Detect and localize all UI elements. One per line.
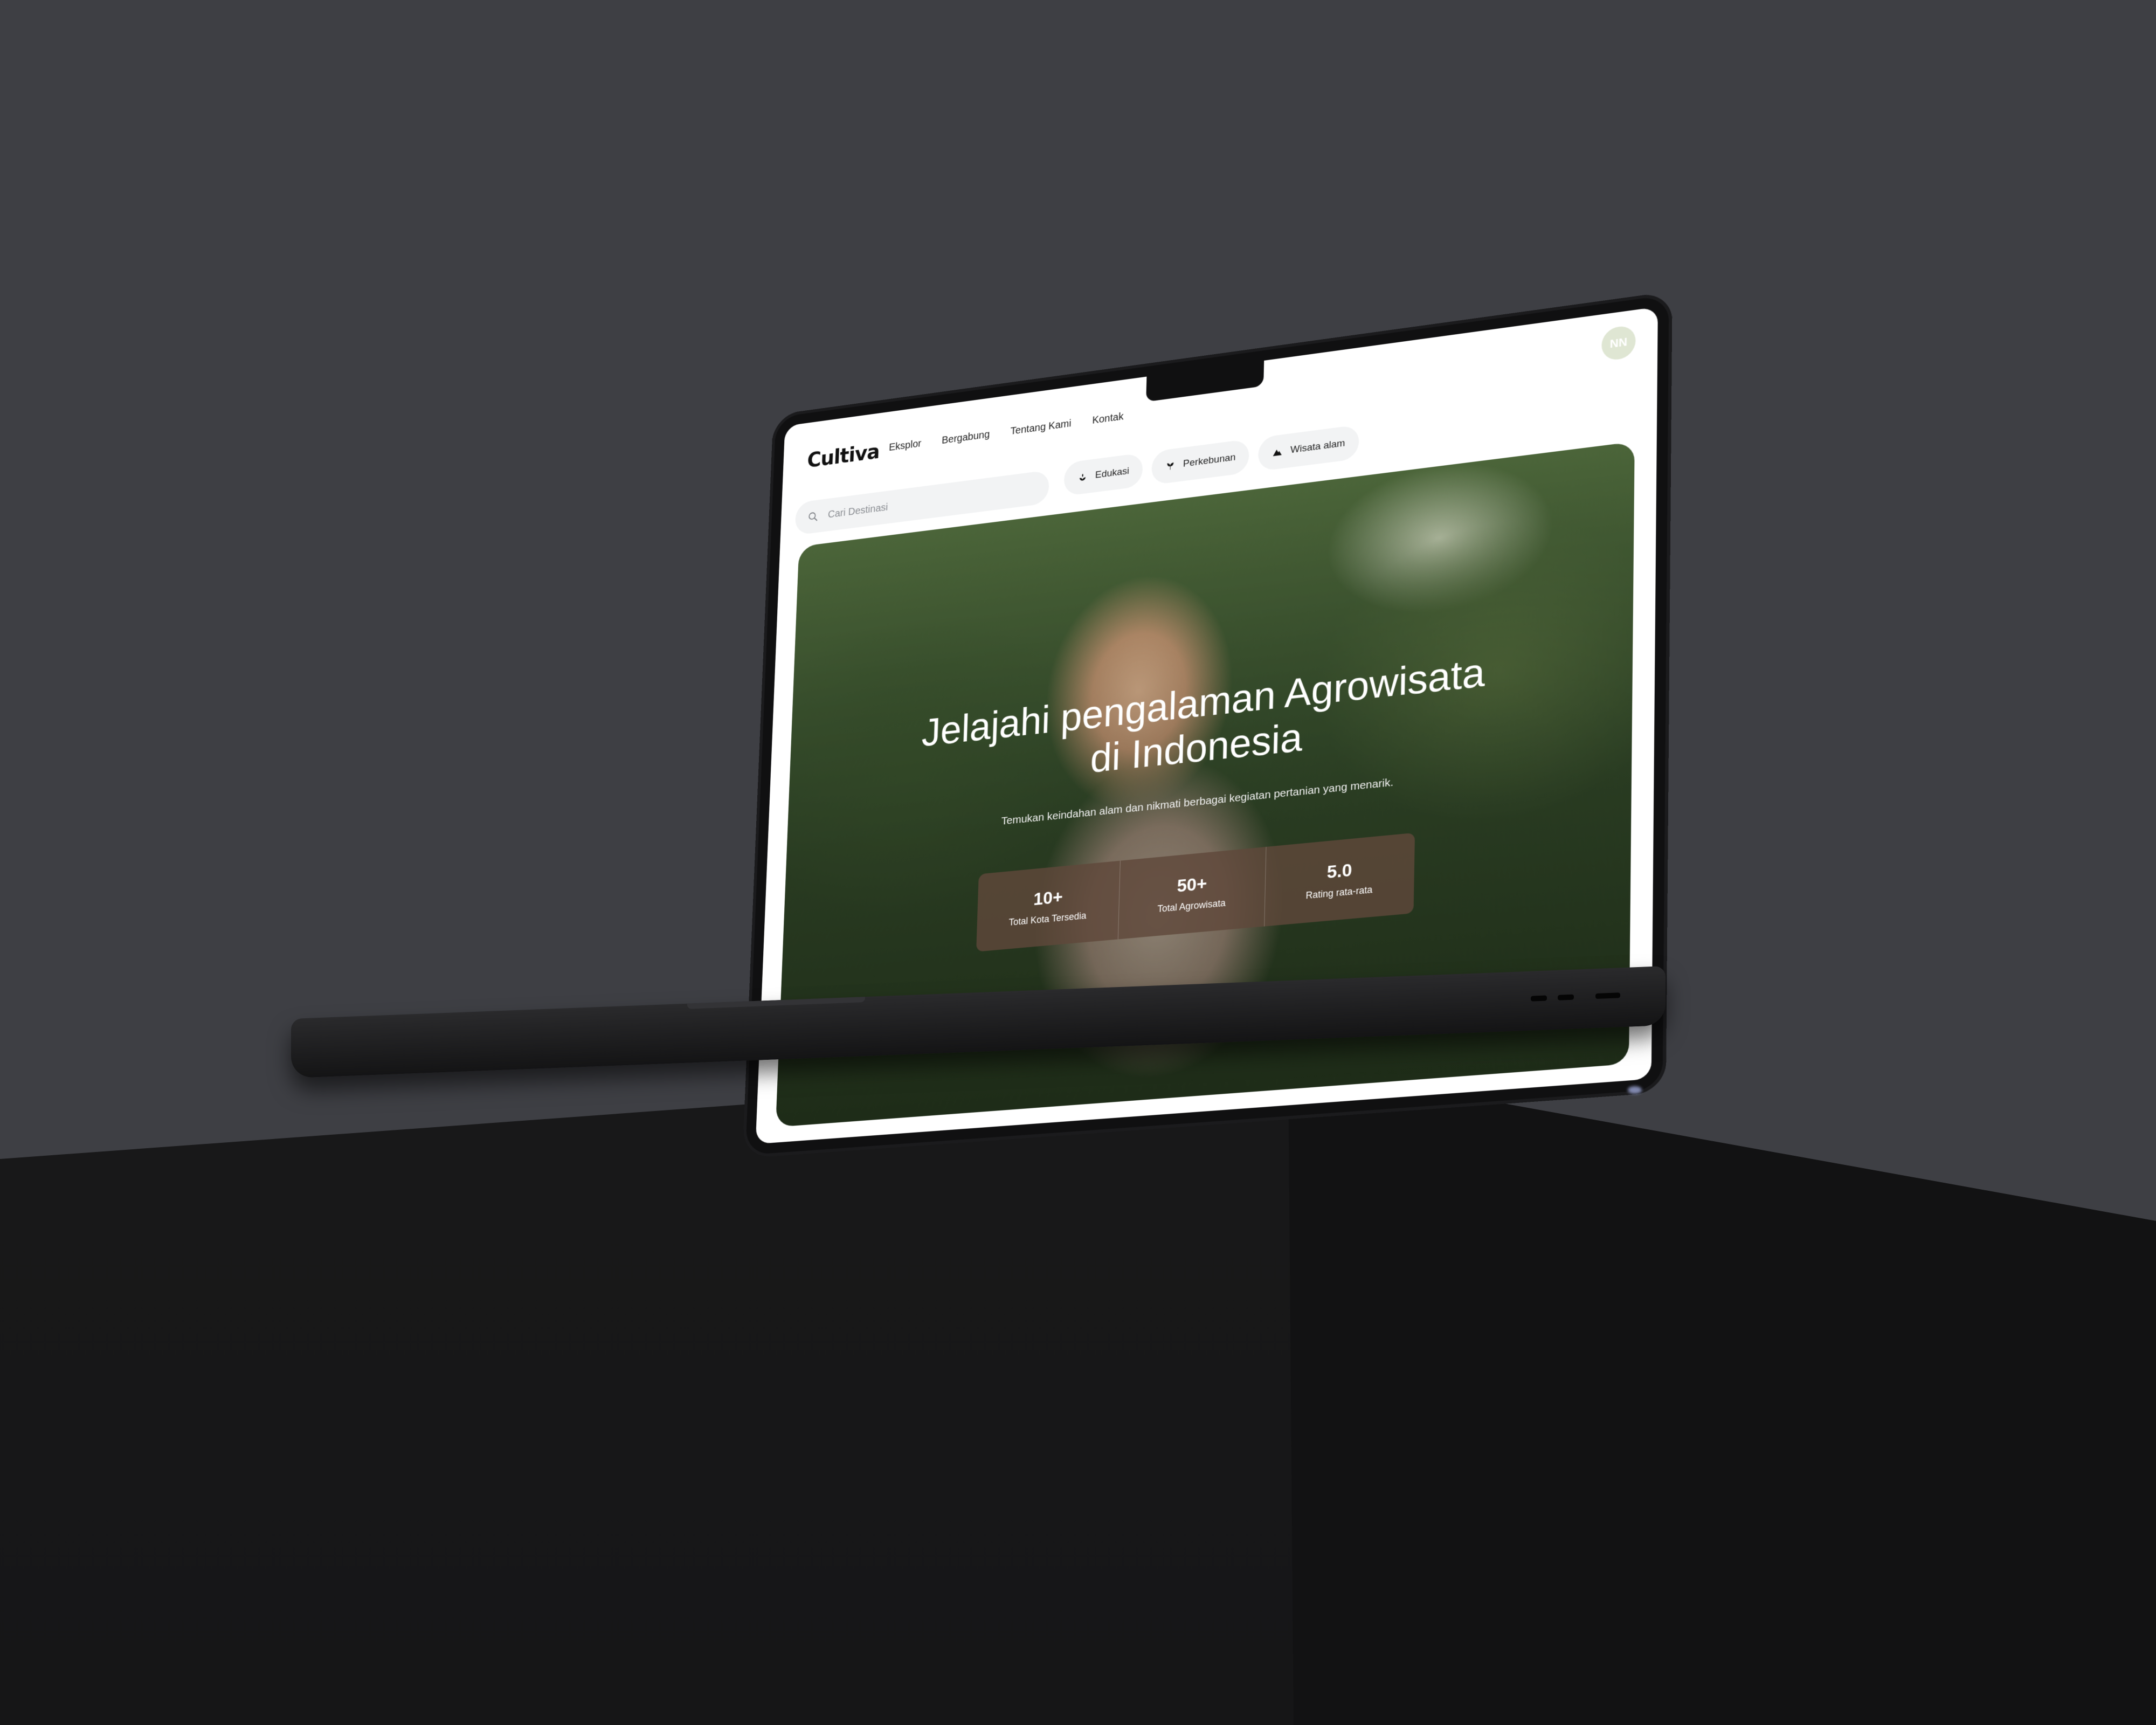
nav-menu: Eksplor Bergabung Tentang Kami Kontak: [889, 411, 1124, 453]
nav-item-eksplor[interactable]: Eksplor: [889, 438, 922, 453]
nav-item-kontak[interactable]: Kontak: [1092, 411, 1124, 426]
nav-item-tentang-kami[interactable]: Tentang Kami: [1010, 418, 1071, 437]
stat-label: Total Kota Tersedia: [1008, 910, 1087, 928]
search-input[interactable]: [826, 483, 1025, 521]
port-usb-c: [1531, 995, 1547, 1002]
port-hdmi: [1595, 992, 1620, 999]
user-avatar[interactable]: NN: [1601, 324, 1636, 362]
search-icon: [807, 510, 818, 523]
plant-icon: [1077, 471, 1088, 484]
chip-label: Perkebunan: [1183, 452, 1236, 470]
stat-total-agrowisata: 50+ Total Agrowisata: [1118, 846, 1267, 940]
mockup-stage: Cultiva Eksplor Bergabung Tentang Kami K…: [0, 0, 2156, 1725]
chip-label: Wisata alam: [1290, 438, 1345, 456]
chip-label: Edukasi: [1095, 465, 1130, 481]
stat-value: 50+: [1177, 873, 1207, 896]
chip-edukasi[interactable]: Edukasi: [1063, 452, 1143, 496]
stat-value: 10+: [1033, 887, 1063, 909]
chip-perkebunan[interactable]: Perkebunan: [1151, 439, 1250, 485]
stat-total-kota: 10+ Total Kota Tersedia: [976, 860, 1121, 952]
stat-value: 5.0: [1326, 860, 1352, 883]
port-usb-c: [1558, 994, 1574, 1000]
stat-label: Total Agrowisata: [1157, 898, 1226, 915]
nav-item-bergabung[interactable]: Bergabung: [942, 429, 990, 446]
mountain-icon: [1272, 446, 1283, 459]
stat-rating: 5.0 Rating rata-rata: [1264, 833, 1415, 927]
brand-logo[interactable]: Cultiva: [807, 440, 880, 472]
chip-wisata-alam[interactable]: Wisata alam: [1257, 424, 1359, 472]
stat-label: Rating rata-rata: [1305, 884, 1373, 901]
sprout-icon: [1165, 460, 1176, 472]
status-light: [1628, 1086, 1642, 1094]
